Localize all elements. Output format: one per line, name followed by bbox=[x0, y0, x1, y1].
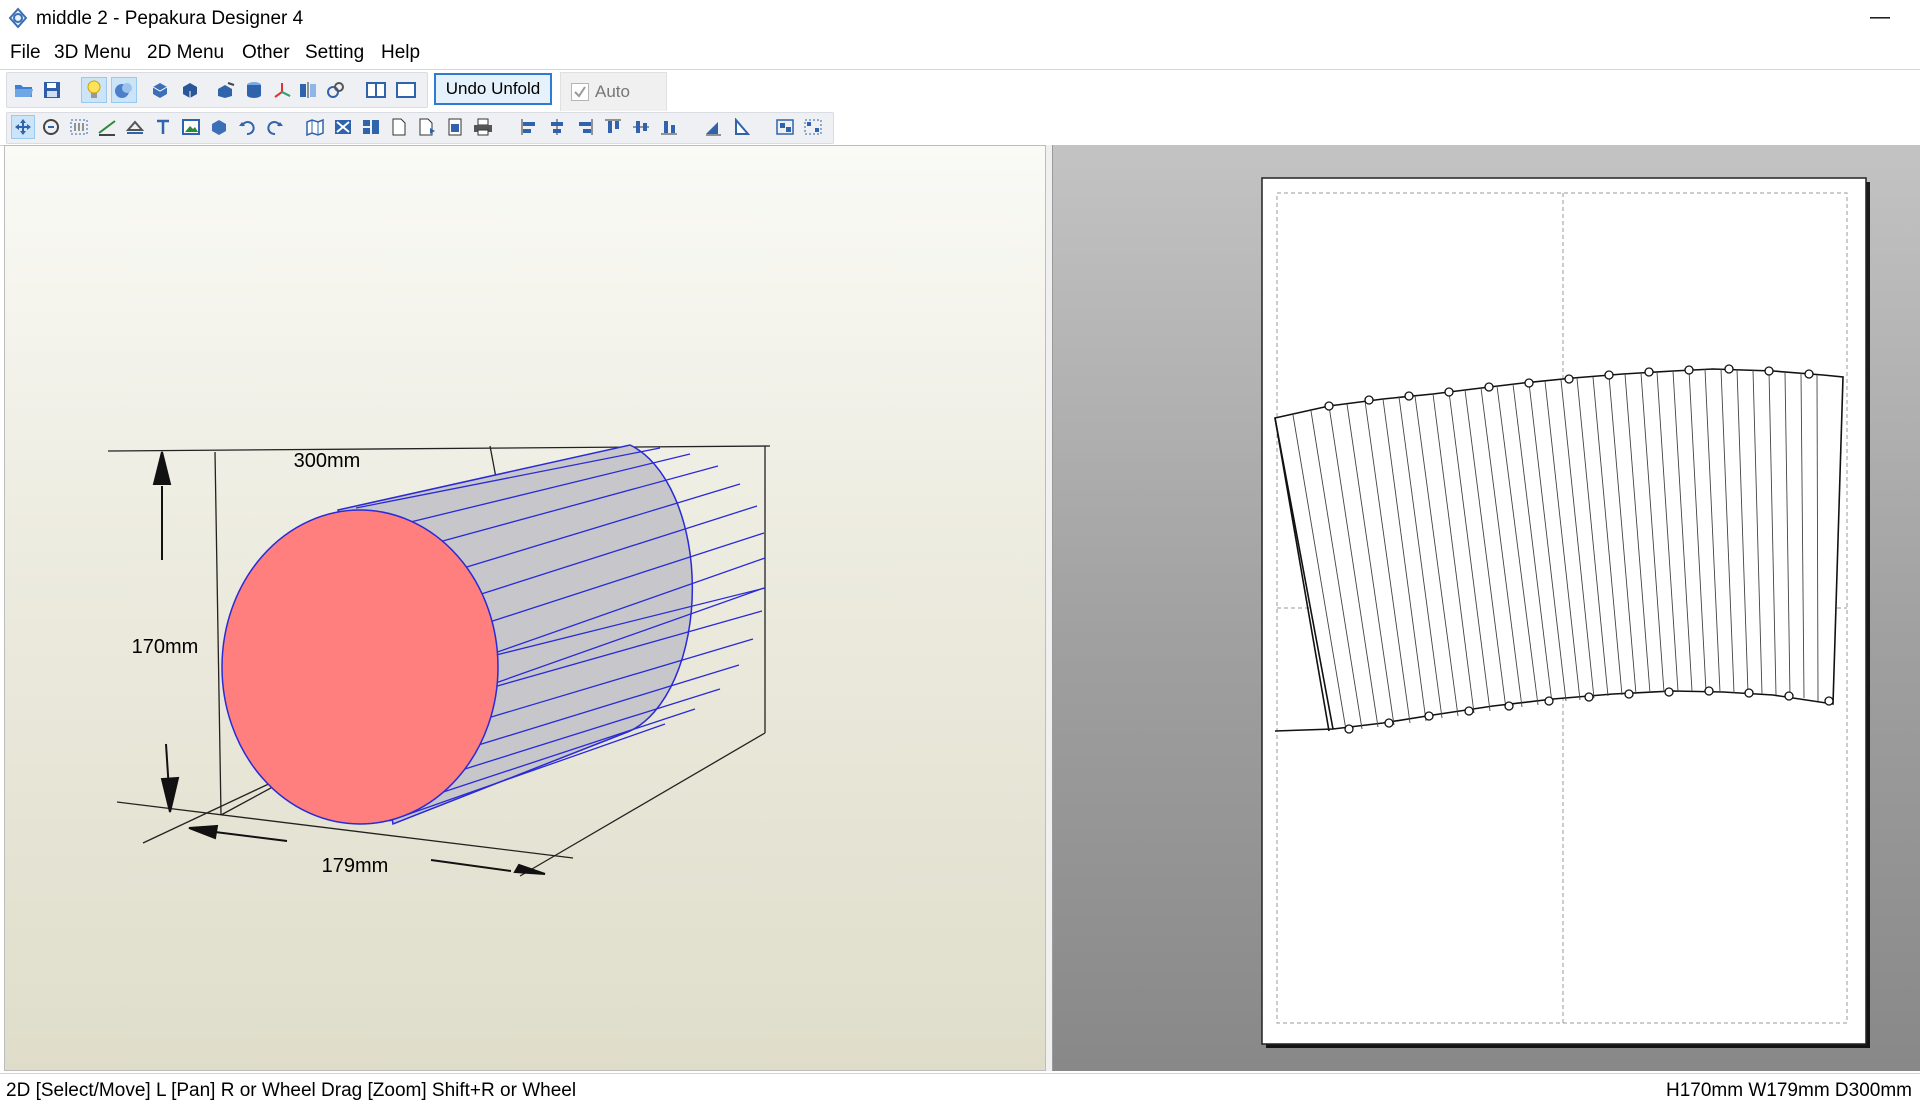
status-hint: 2D [Select/Move] L [Pan] R or Wheel Drag… bbox=[6, 1080, 577, 1101]
menu-setting[interactable]: Setting bbox=[305, 42, 364, 64]
height-dimension-label: 170mm bbox=[132, 636, 199, 658]
flip-v-icon[interactable] bbox=[729, 115, 753, 139]
depth-dimension-label: 300mm bbox=[294, 450, 361, 472]
height-arrow bbox=[152, 451, 180, 813]
toolbar-group-file bbox=[6, 72, 428, 108]
redo-icon[interactable] bbox=[263, 115, 287, 139]
save-icon[interactable] bbox=[39, 77, 65, 103]
pan-icon[interactable] bbox=[39, 115, 63, 139]
minimize-button[interactable]: — bbox=[1860, 2, 1900, 32]
menu-2d[interactable]: 2D Menu bbox=[147, 42, 224, 64]
align-middle-icon[interactable] bbox=[629, 115, 653, 139]
menu-bar: File 3D Menu 2D Menu Other Setting Help bbox=[0, 37, 1920, 70]
page-setting-icon[interactable] bbox=[443, 115, 467, 139]
single-view-icon[interactable] bbox=[393, 77, 419, 103]
edit-icon[interactable] bbox=[213, 77, 239, 103]
2d-view[interactable] bbox=[1052, 145, 1920, 1071]
rotate-model-alt-icon[interactable] bbox=[177, 77, 203, 103]
align-right-icon[interactable] bbox=[573, 115, 597, 139]
auto-checkbox-group: Auto bbox=[560, 72, 667, 112]
print-icon[interactable] bbox=[471, 115, 495, 139]
align-center-icon[interactable] bbox=[545, 115, 569, 139]
menu-file[interactable]: File bbox=[10, 42, 41, 64]
group-icon[interactable] bbox=[773, 115, 797, 139]
unfold-icon[interactable] bbox=[303, 115, 327, 139]
status-bar: 2D [Select/Move] L [Pan] R or Wheel Drag… bbox=[0, 1073, 1920, 1105]
open-icon[interactable] bbox=[11, 77, 37, 103]
3d-model-canvas[interactable]: 300mm 170mm 179mm bbox=[5, 146, 1047, 1072]
toolbar-group-2d bbox=[6, 112, 834, 144]
select-move-icon[interactable] bbox=[11, 115, 35, 139]
3d-view[interactable]: 300mm 170mm 179mm bbox=[4, 145, 1046, 1071]
menu-help[interactable]: Help bbox=[381, 42, 420, 64]
edit-toolbar bbox=[0, 111, 1920, 146]
layout-icon[interactable] bbox=[359, 115, 383, 139]
status-dimensions: H170mm W179mm D300mm bbox=[1666, 1080, 1912, 1101]
fold-line-icon[interactable] bbox=[95, 115, 119, 139]
two-views-icon[interactable] bbox=[363, 77, 389, 103]
join-icon[interactable] bbox=[67, 115, 91, 139]
align-top-icon[interactable] bbox=[601, 115, 625, 139]
mirror-icon[interactable] bbox=[295, 77, 321, 103]
menu-3d[interactable]: 3D Menu bbox=[54, 42, 131, 64]
box-icon[interactable] bbox=[207, 115, 231, 139]
arrange-icon[interactable] bbox=[331, 115, 355, 139]
text-icon[interactable] bbox=[151, 115, 175, 139]
2d-layout-canvas[interactable] bbox=[1053, 145, 1920, 1071]
main-toolbar bbox=[0, 70, 1920, 110]
axis-icon[interactable] bbox=[269, 77, 295, 103]
page-add-icon[interactable] bbox=[415, 115, 439, 139]
flip-h-icon[interactable] bbox=[701, 115, 725, 139]
flap-icon[interactable] bbox=[123, 115, 147, 139]
rotate-model-icon[interactable] bbox=[147, 77, 173, 103]
auto-label: Auto bbox=[595, 82, 630, 101]
width-dimension-label: 179mm bbox=[322, 855, 389, 877]
image-icon[interactable] bbox=[179, 115, 203, 139]
align-left-icon[interactable] bbox=[517, 115, 541, 139]
ungroup-icon[interactable] bbox=[801, 115, 825, 139]
title-bar: middle 2 - Pepakura Designer 4 — bbox=[0, 0, 1920, 36]
cylinder-end-cap bbox=[221, 509, 499, 825]
lightbulb-icon[interactable] bbox=[81, 77, 107, 103]
window-title: middle 2 - Pepakura Designer 4 bbox=[36, 8, 304, 29]
link-icon[interactable] bbox=[323, 77, 349, 103]
auto-checkbox[interactable] bbox=[571, 83, 589, 101]
menu-other[interactable]: Other bbox=[242, 42, 290, 64]
undo-icon[interactable] bbox=[235, 115, 259, 139]
texture-icon[interactable] bbox=[111, 77, 137, 103]
cylinder-icon[interactable] bbox=[241, 77, 267, 103]
undo-unfold-button[interactable]: Undo Unfold bbox=[434, 73, 552, 105]
page-icon[interactable] bbox=[387, 115, 411, 139]
app-icon bbox=[8, 7, 28, 29]
align-bottom-icon[interactable] bbox=[657, 115, 681, 139]
